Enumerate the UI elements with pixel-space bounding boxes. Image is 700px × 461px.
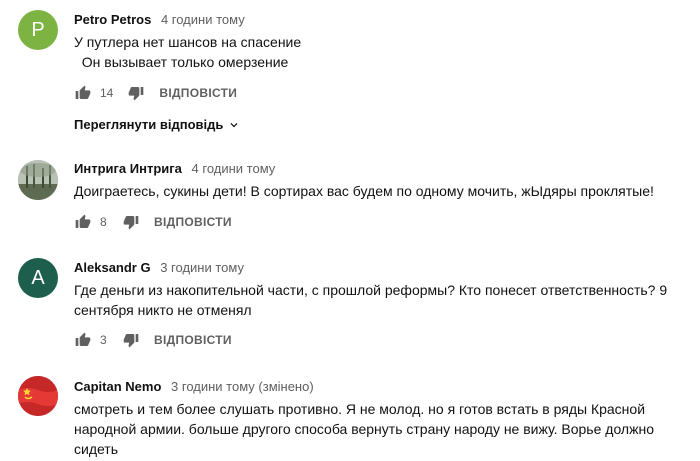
comment-actions: 8 ВІДПОВІСТИ	[74, 212, 232, 232]
comment-text: Доиграетесь, сукины дети! В сортирах вас…	[74, 181, 680, 201]
comment-actions: 14 ВІДПОВІСТИ	[74, 83, 237, 103]
comment-author[interactable]: Petro Petros	[74, 12, 151, 27]
chevron-down-icon	[227, 118, 241, 132]
comment-time[interactable]: 4 години тому	[192, 161, 276, 176]
avatar[interactable]: P	[18, 10, 58, 50]
comment-line: смотреть и тем более слушать противно. Я…	[74, 401, 646, 417]
view-replies-label: Переглянути відповідь	[74, 117, 224, 132]
comment-text: Где деньги из накопительной части, с про…	[74, 280, 680, 320]
comment-text: У путлера нет шансов на спасение Он вызы…	[74, 32, 680, 72]
comment-line: У путлера нет шансов на спасение	[74, 34, 302, 50]
comment-line: сентября никто не отменял	[74, 302, 252, 318]
like-count: 8	[100, 215, 107, 229]
thumb-down-icon[interactable]	[127, 84, 145, 102]
comment-line: Где деньги из накопительной части, с про…	[74, 282, 668, 298]
comment-actions: 3 ВІДПОВІСТИ	[74, 330, 232, 350]
comment-text: смотреть и тем более слушать противно. Я…	[74, 399, 680, 459]
like-count: 3	[100, 333, 107, 347]
thumb-up-icon[interactable]	[74, 84, 92, 102]
thumb-down-icon[interactable]	[122, 213, 140, 231]
comment-time[interactable]: 3 години тому	[160, 260, 244, 275]
reply-button[interactable]: ВІДПОВІСТИ	[154, 333, 232, 347]
comment-author[interactable]: Capitan Nemo	[74, 379, 161, 394]
comment-author[interactable]: Aleksandr G	[74, 260, 151, 275]
avatar-letter: P	[31, 18, 45, 41]
avatar[interactable]	[18, 376, 58, 416]
view-replies-button[interactable]: Переглянути відповідь	[74, 117, 241, 132]
thumb-up-icon[interactable]	[74, 331, 92, 349]
reply-button[interactable]: ВІДПОВІСТИ	[154, 215, 232, 229]
comment-time[interactable]: 4 години тому	[161, 12, 245, 27]
avatar[interactable]	[18, 160, 58, 200]
reply-button[interactable]: ВІДПОВІСТИ	[159, 86, 237, 100]
avatar[interactable]: A	[18, 258, 58, 298]
comment-line: Он вызывает только омерзение	[74, 54, 289, 70]
comment-line: сидеть	[74, 441, 119, 457]
flag-icon	[18, 376, 58, 416]
comment-line: народной армии. больше другого способа в…	[74, 421, 654, 437]
thumb-up-icon[interactable]	[74, 213, 92, 231]
comment-time[interactable]: 3 години тому (змінено)	[171, 379, 314, 394]
like-count: 14	[100, 86, 114, 100]
comment-line: Доиграетесь, сукины дети! В сортирах вас…	[74, 183, 654, 199]
avatar-letter: A	[31, 266, 45, 289]
avatar-photo-icon	[18, 160, 58, 200]
comment-author[interactable]: Интрига Интрига	[74, 161, 182, 176]
thumb-down-icon[interactable]	[122, 331, 140, 349]
